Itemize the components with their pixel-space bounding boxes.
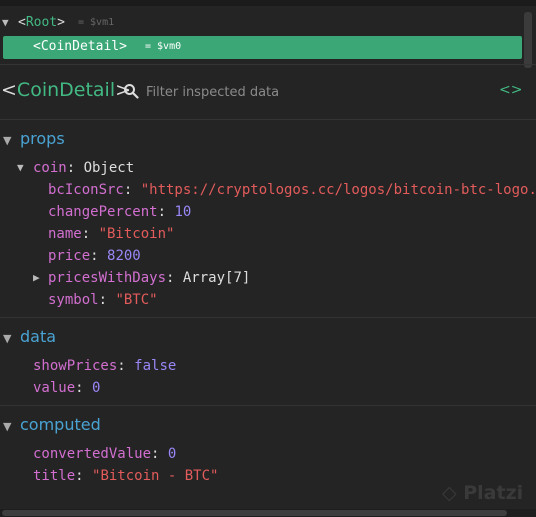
section-title: data [20, 327, 57, 346]
prop-key: coin [33, 160, 67, 176]
divider [0, 405, 536, 406]
prop-row: symbol: "BTC" [48, 292, 158, 308]
tag-close: > [119, 39, 127, 54]
prop-key: name [48, 226, 82, 242]
collapse-arrow-icon: ▼ [3, 420, 12, 433]
section-title: props [20, 129, 65, 148]
divider [0, 119, 536, 120]
filter-input[interactable] [144, 80, 448, 104]
watermark-text: Platzi [463, 482, 524, 504]
expand-arrow-icon[interactable]: ▼ [2, 12, 9, 34]
tree-node-root[interactable]: ▼ <Root> = $vm1 [0, 12, 524, 34]
inspected-component-title: <CoinDetail> [1, 79, 131, 101]
prop-key: price [48, 248, 91, 264]
section-computed-header[interactable]: ▼ computed [0, 413, 101, 437]
prop-key: symbol [48, 292, 99, 308]
prop-key: bcIconSrc [48, 182, 124, 198]
prop-row: convertedValue: 0 [33, 446, 177, 462]
prop-key: showPrices [33, 358, 118, 374]
coindetail-tag: <CoinDetail> [33, 36, 127, 58]
prop-key: pricesWithDays [48, 270, 167, 286]
prop-row: showPrices: false [33, 358, 177, 374]
prop-value: false [134, 358, 177, 374]
prop-value: Array[7] [182, 270, 251, 286]
prop-value: Object [83, 160, 135, 176]
collapse-arrow-icon: ▼ [3, 134, 12, 147]
root-tag: <Root> [18, 12, 65, 34]
prop-value: 10 [174, 204, 192, 220]
section-props-header[interactable]: ▼ props [0, 127, 65, 151]
prop-value: "BTC" [115, 292, 158, 308]
code-icon[interactable]: <> [499, 82, 522, 98]
tag-close: > [57, 15, 65, 30]
component-name: CoinDetail [16, 79, 116, 101]
horizontal-scrollbar[interactable] [0, 509, 536, 517]
tag-open: < [18, 15, 26, 30]
prop-key: title [33, 468, 76, 484]
prop-row: name: "Bitcoin" [48, 226, 175, 242]
prop-key: value [33, 380, 76, 396]
selected-ref: = $vm0 [145, 41, 182, 52]
prop-key: convertedValue [33, 446, 152, 462]
prop-value: 0 [167, 446, 177, 462]
scrollbar-thumb[interactable] [2, 510, 507, 516]
tree-node-coindetail-selected[interactable]: <CoinDetail> = $vm0 [3, 36, 522, 59]
prop-value: 0 [92, 380, 101, 396]
divider [0, 317, 536, 318]
root-name: Root [25, 15, 58, 30]
collapse-arrow-icon[interactable]: ▼ [17, 157, 24, 179]
section-data-header[interactable]: ▼ data [0, 325, 56, 349]
prop-value: "https://cryptologos.cc/logos/bitcoin-bt… [140, 182, 536, 198]
prop-row-expandable[interactable]: ▶ pricesWithDays: Array[7] [30, 267, 430, 289]
tag-open: < [33, 39, 41, 54]
prop-value: 8200 [107, 248, 141, 264]
section-title: computed [20, 415, 101, 434]
prop-row: bcIconSrc: "https://cryptologos.cc/logos… [48, 182, 536, 198]
prop-key: changePercent [48, 204, 158, 220]
root-ref: = $vm1 [78, 17, 115, 28]
expand-arrow-icon[interactable]: ▶ [33, 267, 40, 289]
platzi-watermark: ◇ Platzi [442, 482, 524, 504]
prop-row: price: 8200 [48, 248, 141, 264]
prop-row: title: "Bitcoin - BTC" [33, 468, 219, 484]
tag-open: < [1, 79, 17, 101]
collapse-arrow-icon: ▼ [3, 332, 12, 345]
search-icon [124, 84, 139, 99]
component-tree: ▼ <Root> = $vm1 <CoinDetail> = $vm0 [0, 6, 536, 68]
prop-coin[interactable]: ▼ coin: Object [14, 157, 514, 179]
prop-row: changePercent: 10 [48, 204, 192, 220]
inspector-header: <CoinDetail> <> [0, 65, 536, 119]
tree-scrollbar[interactable] [524, 12, 532, 68]
prop-row: value: 0 [33, 380, 101, 396]
prop-value: "Bitcoin" [98, 226, 175, 242]
selected-name: CoinDetail [40, 39, 120, 54]
prop-value: "Bitcoin - BTC" [92, 468, 219, 484]
